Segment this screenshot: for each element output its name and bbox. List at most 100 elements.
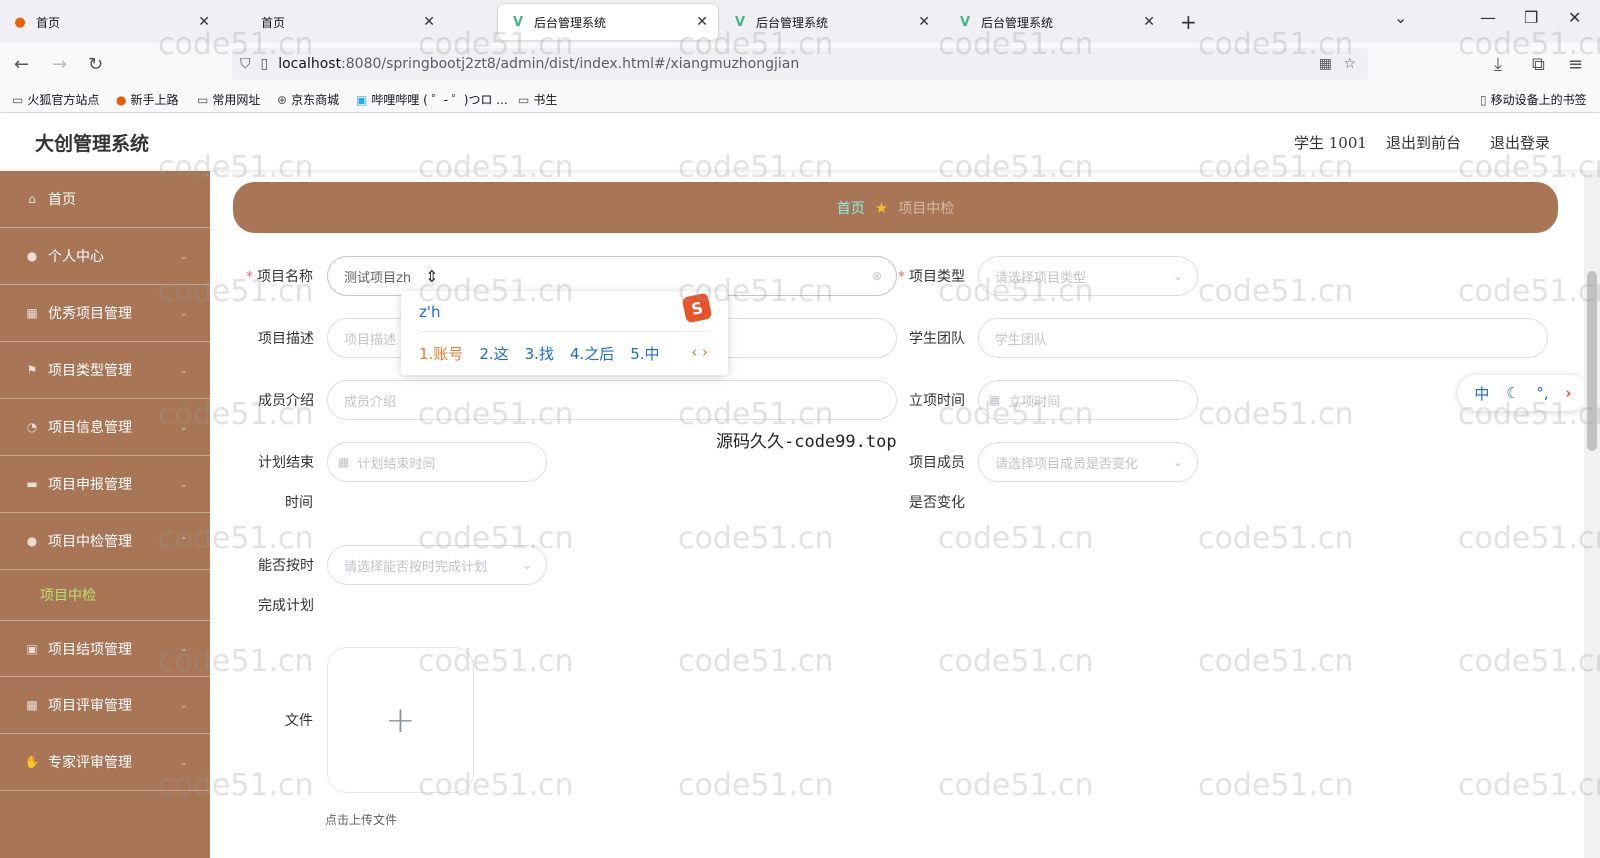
bookmark-item[interactable]: ● 新手上路 — [116, 91, 179, 108]
watermark-text: code51.cn — [1458, 768, 1600, 803]
browser-tab[interactable]: ● 首页 ✕ — [0, 4, 220, 40]
logout-link[interactable]: 退出登录 — [1490, 132, 1550, 153]
forward-icon[interactable]: → — [52, 54, 67, 75]
scroll-thumb[interactable] — [1587, 271, 1597, 451]
chevron-down-icon: ⌄ — [179, 421, 188, 433]
ime-language[interactable]: 中 — [1474, 383, 1489, 404]
planned-end-date-picker[interactable]: ▦ 计划结束时间 — [327, 442, 547, 482]
ime-composition: z'h — [419, 303, 441, 321]
reload-icon[interactable]: ↻ — [88, 54, 103, 75]
user-icon: ● — [26, 534, 38, 548]
browser-tab-active[interactable]: V 后台管理系统 ✕ — [498, 4, 718, 40]
ime-candidate[interactable]: 1.账号 — [419, 343, 463, 364]
restore-icon[interactable]: ❐ — [1524, 8, 1538, 27]
clear-icon[interactable]: ⊗ — [872, 269, 882, 283]
ime-candidate[interactable]: 3.找 — [525, 343, 554, 364]
page-scrollbar[interactable] — [1584, 171, 1600, 858]
watermark-text: code51.cn — [1198, 274, 1354, 309]
close-icon[interactable]: ✕ — [696, 14, 708, 30]
bilibili-icon: ▣ — [356, 92, 368, 107]
bookmark-item[interactable]: ▭ 常用网址 — [197, 91, 260, 108]
breadcrumb-home[interactable]: 首页 — [837, 198, 865, 218]
close-icon[interactable]: ✕ — [1143, 14, 1155, 30]
on-time-select[interactable]: 请选择能否按时完成计划 ⌄ — [327, 545, 547, 585]
user-icon: ● — [26, 249, 38, 263]
window-close-icon[interactable]: ✕ — [1568, 8, 1581, 27]
moon-icon[interactable]: ☾ — [1506, 384, 1519, 402]
ime-candidate[interactable]: 2.这 — [479, 343, 508, 364]
browser-tab[interactable]: V 后台管理系统 ✕ — [945, 4, 1165, 40]
download-icon[interactable]: ⤓ — [1494, 54, 1502, 75]
breadcrumb: 首页 ★ 项目中检 — [233, 182, 1558, 233]
chevron-right-icon[interactable]: › — [1565, 384, 1571, 402]
grid-icon: ▦ — [26, 306, 38, 320]
overlay-text: 源码久久-code99.top — [716, 432, 897, 452]
close-icon[interactable]: ✕ — [423, 14, 435, 30]
start-date-picker[interactable]: ▦ 立项时间 — [978, 380, 1198, 420]
sidebar-item-home[interactable]: ⌂ 首页 — [0, 171, 210, 228]
close-icon[interactable]: ✕ — [918, 14, 930, 30]
sidebar-subitem-midterm-check[interactable]: 项目中检 — [0, 570, 210, 620]
bookmark-item[interactable]: ▭ 火狐官方站点 — [12, 91, 99, 108]
back-icon[interactable]: ← — [14, 54, 29, 75]
ime-candidate[interactable]: 4.之后 — [570, 343, 614, 364]
apps-icon: ▩ — [26, 698, 38, 712]
bookmark-item[interactable]: ▭ 书生 — [518, 91, 557, 108]
minimize-icon[interactable]: — — [1480, 8, 1496, 27]
browser-tab-bar: ● 首页 ✕ 首页 ✕ V 后台管理系统 ✕ V 后台管理系统 ✕ V 后台管理… — [0, 0, 1600, 43]
firefox-icon: ● — [14, 14, 26, 30]
extensions-icon[interactable]: ⧉ — [1532, 54, 1545, 75]
url-path: :8080/springbootj2zt8/admin/dist/index.h… — [341, 56, 800, 72]
watermark-text: code51.cn — [678, 521, 834, 556]
browser-tab[interactable]: 首页 ✕ — [225, 4, 445, 40]
sidebar-item-excellent-projects[interactable]: ▦ 优秀项目管理 ⌄ — [0, 285, 210, 342]
qr-code-icon[interactable]: ▦ — [1319, 56, 1332, 72]
ime-page-arrows-icon[interactable]: ‹ › — [691, 343, 708, 361]
watermark-text: code51.cn — [1198, 768, 1354, 803]
punctuation-icon[interactable]: °, — [1536, 384, 1548, 402]
tab-label: 首页 — [261, 15, 286, 30]
vue-icon: V — [512, 14, 524, 30]
firefox-icon: ● — [116, 92, 127, 107]
project-name-input[interactable]: 测试项目zh ⇕ ⊗ — [327, 256, 897, 296]
sidebar-item-project-declaration[interactable]: ▬ 项目申报管理 ⌄ — [0, 456, 210, 513]
new-tab-icon[interactable]: + — [1180, 10, 1197, 34]
bookmarks-bar: ▭ 火狐官方站点 ● 新手上路 ▭ 常用网址 ⊕ 京东商城 ▣ 哔哩哔哩 ( ゜- ゜)つ… — [0, 85, 1600, 113]
on-time-label: 能否按时 — [258, 558, 314, 574]
chevron-down-icon: ⌄ — [521, 558, 532, 572]
url-host: localhost — [278, 56, 342, 72]
chevron-down-icon: ⌄ — [179, 478, 188, 490]
address-bar[interactable]: ⛉ ▯ localhost:8080/springbootj2zt8/admin… — [232, 48, 1368, 80]
menu-icon[interactable]: ≡ — [1568, 54, 1583, 75]
sidebar-item-expert-review[interactable]: ✋ 专家评审管理 ⌄ — [0, 734, 210, 791]
chevron-down-icon: ⌄ — [179, 364, 188, 376]
tab-label: 后台管理系统 — [756, 15, 829, 30]
flag-icon: ⚑ — [26, 363, 38, 377]
sidebar-item-profile[interactable]: ● 个人中心 ⌄ — [0, 228, 210, 285]
members-change-select[interactable]: 请选择项目成员是否变化 ⌄ — [978, 442, 1198, 482]
members-intro-input[interactable]: 成员介绍 — [327, 380, 897, 420]
sidebar-item-project-completion[interactable]: ▣ 项目结项管理 ⌄ — [0, 620, 210, 677]
close-icon[interactable]: ✕ — [198, 14, 210, 30]
student-team-input[interactable]: 学生团队 — [978, 318, 1548, 358]
watermark-text: code51.cn — [1198, 397, 1354, 432]
bookmark-item[interactable]: ▣ 哔哩哔哩 ( ゜- ゜)つロ ... — [356, 91, 508, 108]
bookmark-item[interactable]: ⊕ 京东商城 — [277, 91, 339, 108]
browser-tab[interactable]: V 后台管理系统 ✕ — [720, 4, 940, 40]
file-upload-box[interactable]: + — [327, 647, 474, 793]
tab-list-icon[interactable]: ⌄ — [1394, 8, 1407, 27]
ime-candidates: 1.账号 2.这 3.找 4.之后 5.中 — [419, 343, 676, 364]
sidebar-item-project-info[interactable]: ◔ 项目信息管理 ⌄ — [0, 399, 210, 456]
sidebar-item-project-types[interactable]: ⚑ 项目类型管理 ⌄ — [0, 342, 210, 399]
watermark-text: code51.cn — [678, 768, 834, 803]
exit-to-front-link[interactable]: 退出到前台 — [1386, 132, 1461, 153]
project-type-select[interactable]: 请选择项目类型 ⌄ — [978, 256, 1198, 296]
sidebar-item-midterm-check[interactable]: ● 项目中检管理 ⌃ — [0, 513, 210, 570]
sidebar-item-project-review[interactable]: ▩ 项目评审管理 ⌄ — [0, 677, 210, 734]
file-label: 文件 — [285, 713, 313, 729]
bookmark-star-icon[interactable]: ☆ — [1343, 56, 1356, 72]
ime-status-bar[interactable]: 中 ☾ °, › — [1458, 375, 1588, 411]
bookmark-item[interactable]: ▯ 移动设备上的书签 — [1480, 91, 1587, 108]
watermark-text: code51.cn — [938, 768, 1094, 803]
ime-candidate[interactable]: 5.中 — [630, 343, 659, 364]
